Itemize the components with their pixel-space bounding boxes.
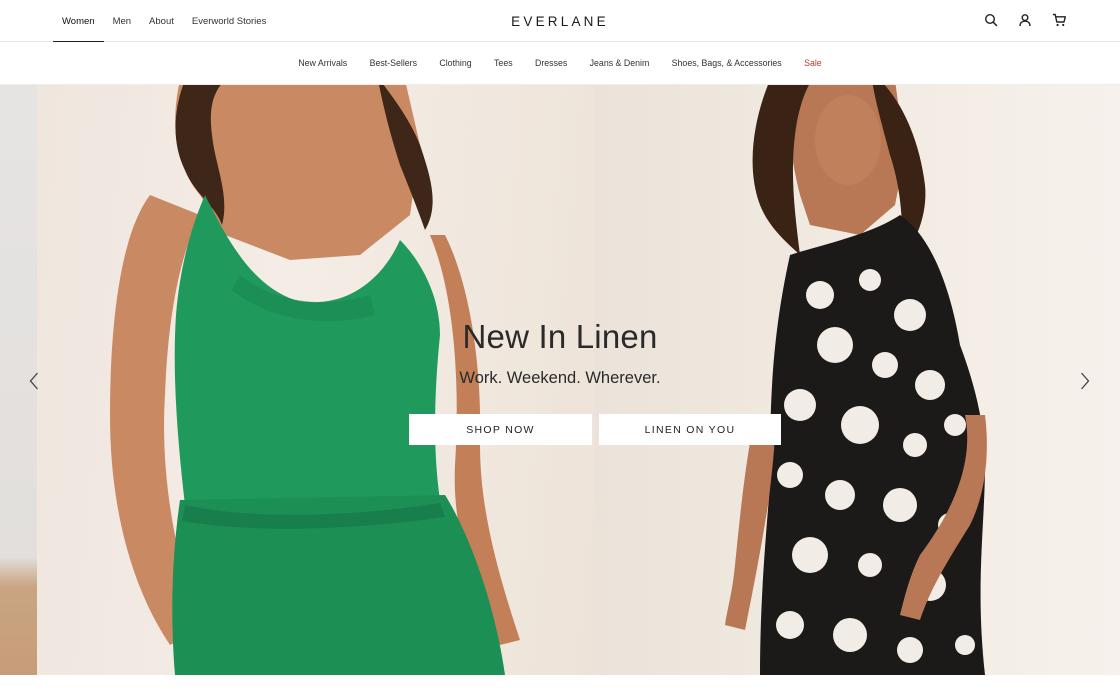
nav-about[interactable]: About	[140, 0, 183, 42]
category-best-sellers[interactable]: Best-Sellers	[358, 58, 428, 68]
category-new-arrivals[interactable]: New Arrivals	[287, 58, 358, 68]
category-jeans-denim[interactable]: Jeans & Denim	[578, 58, 660, 68]
below-hero-area	[0, 675, 1120, 694]
category-sale[interactable]: Sale	[793, 58, 833, 68]
account-icon[interactable]	[1016, 11, 1034, 29]
nav-men[interactable]: Men	[104, 0, 140, 42]
hero-cta-group: SHOP NOW LINEN ON YOU	[409, 414, 781, 445]
primary-nav: Women Men About Everworld Stories	[53, 0, 275, 43]
chevron-left-icon[interactable]	[26, 369, 42, 393]
everlane-logo[interactable]: EVERLANE	[511, 14, 609, 29]
site-header: Women Men About Everworld Stories EVERLA…	[0, 0, 1120, 43]
nav-everworld-stories[interactable]: Everworld Stories	[183, 0, 275, 42]
category-dresses[interactable]: Dresses	[524, 58, 579, 68]
chevron-right-icon[interactable]	[1077, 369, 1093, 393]
hero-subtitle: Work. Weekend. Wherever.	[459, 369, 661, 387]
header-icons	[982, 11, 1068, 29]
nav-women[interactable]: Women	[53, 0, 104, 43]
category-nav: New Arrivals Best-Sellers Clothing Tees …	[0, 42, 1120, 85]
category-clothing[interactable]: Clothing	[428, 58, 483, 68]
category-tees[interactable]: Tees	[483, 58, 524, 68]
cart-icon[interactable]	[1050, 11, 1068, 29]
category-shoes-bags-accessories[interactable]: Shoes, Bags, & Accessories	[660, 58, 792, 68]
hero-carousel: New In Linen Work. Weekend. Wherever. SH…	[0, 85, 1120, 675]
shop-now-button[interactable]: SHOP NOW	[409, 414, 592, 445]
search-icon[interactable]	[982, 11, 1000, 29]
linen-on-you-button[interactable]: LINEN ON YOU	[599, 414, 781, 445]
hero-title: New In Linen	[462, 318, 658, 355]
